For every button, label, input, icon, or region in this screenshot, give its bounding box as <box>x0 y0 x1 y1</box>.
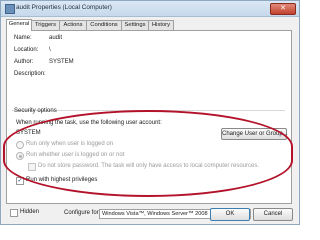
run-as-account: SYSTEM <box>16 130 41 136</box>
radio-logged-on-label: Run only when user is logged on <box>26 141 114 147</box>
author-label: Author: <box>14 59 34 65</box>
location-label: Location: <box>14 47 39 53</box>
no-store-password-checkbox[interactable] <box>28 163 36 171</box>
general-panel: Name: audit Location: \ Author: SYSTEM D… <box>6 30 292 204</box>
highest-privileges-checkbox[interactable]: ✓ <box>16 177 24 185</box>
task-icon <box>5 4 15 14</box>
radio-logged-on[interactable] <box>16 141 24 149</box>
description-label: Description: <box>14 71 46 77</box>
tab-settings[interactable]: Settings <box>121 20 149 30</box>
radio-whether-logged-on[interactable] <box>16 152 24 160</box>
run-as-label: When running the task, use the following… <box>16 120 162 126</box>
no-store-password-label: Do not store password. The task will onl… <box>38 163 259 169</box>
tab-triggers[interactable]: Triggers <box>31 20 60 30</box>
security-options-heading: Security options <box>14 108 57 114</box>
title-bar[interactable]: audit Properties (Local Computer) ✕ <box>1 1 299 17</box>
properties-dialog: audit Properties (Local Computer) ✕ Gene… <box>0 0 300 225</box>
hidden-checkbox[interactable] <box>10 209 18 217</box>
description-field[interactable] <box>49 71 281 109</box>
name-label: Name: <box>14 35 32 41</box>
hidden-label: Hidden <box>20 209 40 215</box>
close-button[interactable]: ✕ <box>270 3 296 15</box>
tab-general[interactable]: General <box>6 19 32 31</box>
tab-conditions[interactable]: Conditions <box>86 20 122 30</box>
window-title: audit Properties (Local Computer) <box>16 4 112 11</box>
author-value: SYSTEM <box>49 59 74 65</box>
tab-actions[interactable]: Actions <box>59 20 87 30</box>
ok-button[interactable]: OK <box>210 208 250 221</box>
highest-privileges-label: Run with highest privileges <box>26 177 98 183</box>
configure-label: Configure for: <box>64 210 101 216</box>
name-value[interactable]: audit <box>49 35 62 41</box>
cancel-button[interactable]: Cancel <box>253 208 293 221</box>
radio-whether-logged-on-label: Run whether user is logged on or not <box>26 152 125 158</box>
tab-history[interactable]: History <box>148 20 174 30</box>
change-user-button[interactable]: Change User or Group... <box>221 128 288 140</box>
location-value: \ <box>49 47 51 53</box>
configure-value: Windows Vista™, Windows Server™ 2008 <box>102 211 208 217</box>
